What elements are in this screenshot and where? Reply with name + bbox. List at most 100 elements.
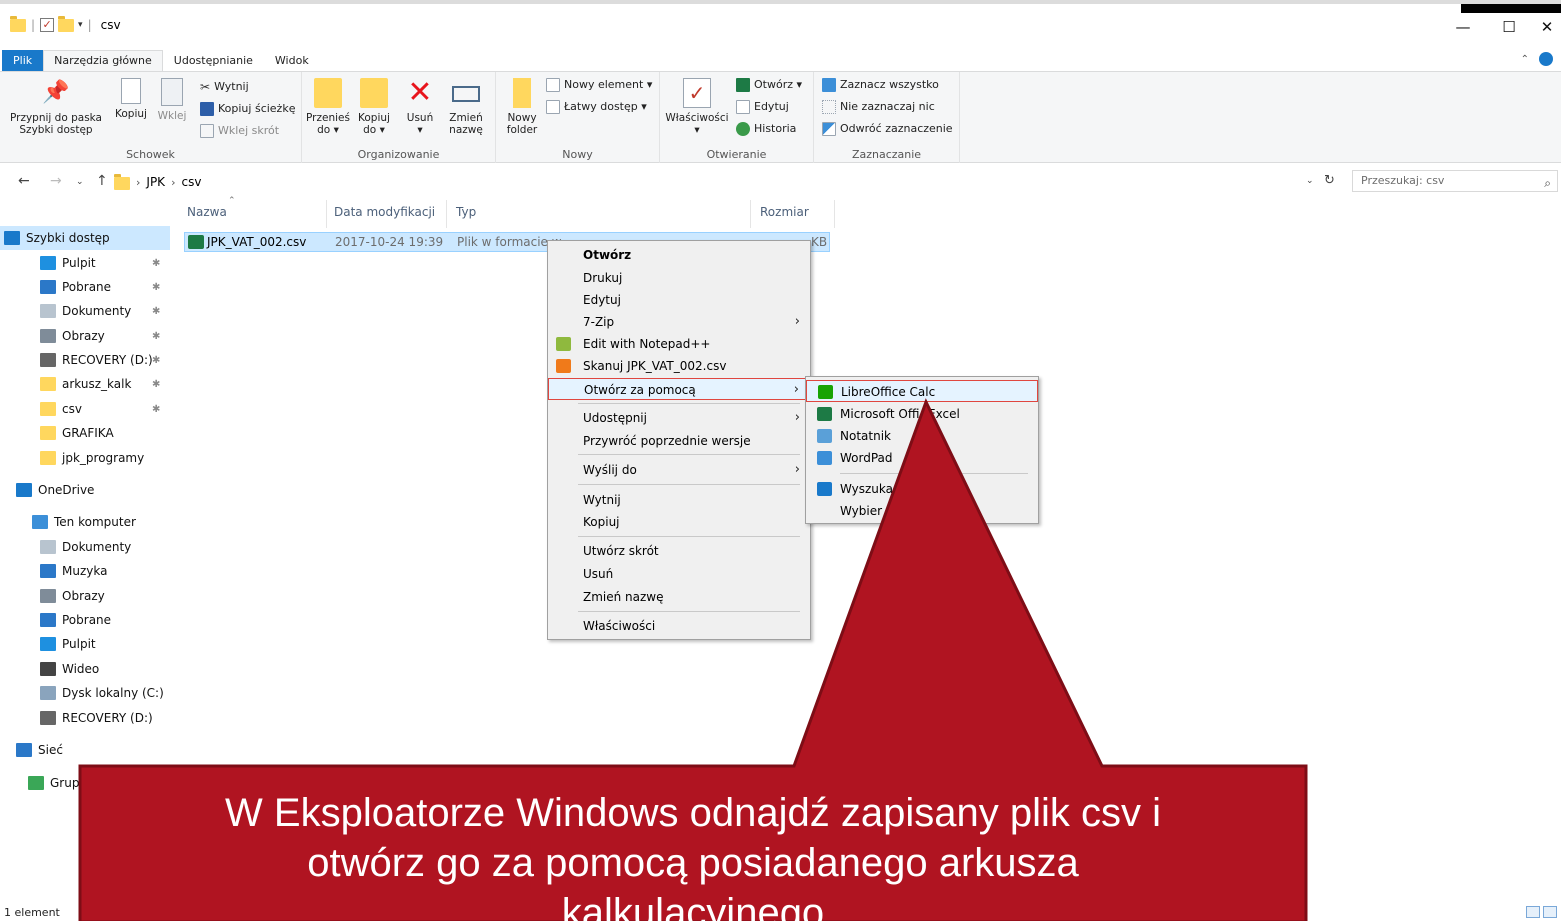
breadcrumb-chevron-icon[interactable]: ›: [171, 176, 175, 189]
forward-arrow-icon[interactable]: →: [50, 173, 62, 189]
pin-icon[interactable]: ✱: [152, 355, 160, 366]
open-button[interactable]: Otwórz ▾: [736, 76, 802, 94]
refresh-icon[interactable]: ↻: [1324, 173, 1335, 188]
menu-item-notepad-plus[interactable]: Edit with Notepad++: [548, 333, 810, 355]
move-to-button[interactable]: Przenieś do ▾: [306, 78, 350, 136]
properties-button[interactable]: ✓ Właściwości ▾: [664, 78, 730, 136]
rename-icon: [452, 86, 480, 102]
column-header-size[interactable]: Rozmiar: [760, 205, 809, 219]
paste-button[interactable]: Wklej: [154, 78, 190, 122]
copy-to-icon: [360, 78, 388, 108]
sidebar-item-label: Szybki dostęp: [26, 231, 110, 245]
breadcrumb-item-csv[interactable]: csv: [181, 175, 201, 189]
delete-button[interactable]: ✕ Usuń ▾: [400, 78, 440, 137]
sidebar-item-icon: [40, 353, 56, 367]
pin-icon[interactable]: ✱: [152, 379, 160, 390]
column-header-type[interactable]: Typ: [456, 205, 476, 219]
paste-shortcut-icon: [200, 124, 214, 138]
quick-access-toolbar: | ✓ ▾ | csv: [10, 15, 121, 34]
pin-icon[interactable]: ✱: [152, 258, 160, 269]
menu-item-print[interactable]: Drukuj: [548, 267, 810, 289]
pin-icon[interactable]: ✱: [152, 331, 160, 342]
breadcrumb-item-jpk[interactable]: JPK: [146, 175, 165, 189]
rename-button[interactable]: Zmień nazwę: [444, 78, 488, 136]
submenu-arrow-icon: ›: [794, 314, 800, 329]
sidebar-item[interactable]: Dokumenty ✱: [0, 299, 170, 323]
column-header-modified[interactable]: Data modyfikacji: [334, 205, 435, 219]
select-all-button[interactable]: Zaznacz wszystko: [822, 76, 939, 94]
copy-button[interactable]: Kopiuj: [112, 78, 150, 120]
close-button[interactable]: ✕: [1524, 14, 1561, 40]
menu-item-edit[interactable]: Edytuj: [548, 289, 810, 311]
column-header-name[interactable]: Nazwa: [187, 205, 227, 219]
sidebar-item-icon: [16, 743, 32, 757]
excel-icon: [736, 78, 750, 92]
collapse-ribbon-icon[interactable]: ⌃: [1521, 54, 1529, 65]
menu-item-libreoffice-calc[interactable]: LibreOffice Calc: [806, 380, 1038, 402]
select-none-button[interactable]: Nie zaznaczaj nic: [822, 98, 935, 116]
item-count: 1 element: [4, 906, 60, 919]
large-icons-view-icon[interactable]: [1543, 906, 1557, 918]
minimize-button[interactable]: —: [1440, 14, 1486, 40]
invert-selection-icon: [822, 122, 836, 136]
sidebar-item-icon: [40, 564, 56, 578]
sidebar-item-icon: [40, 637, 56, 651]
title-bar: | ✓ ▾ | csv — ☐ ✕: [0, 0, 1561, 44]
sidebar-item[interactable]: Obrazy ✱: [0, 324, 170, 348]
new-item-button[interactable]: Nowy element ▾: [546, 76, 652, 94]
screen-edge-decoration: [1461, 4, 1561, 13]
up-arrow-icon[interactable]: ↑: [96, 173, 108, 189]
cut-button[interactable]: ✂ Wytnij: [200, 78, 249, 96]
new-item-icon: [546, 78, 560, 92]
copy-to-button[interactable]: Kopiuj do ▾: [354, 78, 394, 136]
paste-shortcut-button[interactable]: Wklej skrót: [200, 122, 279, 140]
properties-icon: ✓: [683, 78, 711, 108]
callout-line-2: otwórz go za pomocą posiadanego arkusza: [307, 841, 1079, 885]
address-dropdown-icon[interactable]: ⌄: [1306, 176, 1314, 186]
tab-share[interactable]: Udostępnianie: [163, 50, 264, 72]
sidebar-item-icon: [40, 613, 56, 627]
help-icon[interactable]: [1539, 52, 1553, 66]
breadcrumb[interactable]: › JPK › csv: [114, 171, 1344, 193]
new-folder-icon[interactable]: [58, 15, 75, 32]
breadcrumb-chevron-icon[interactable]: ›: [136, 176, 140, 189]
copy-path-button[interactable]: Kopiuj ścieżkę: [200, 100, 295, 118]
sidebar-item-icon: [32, 515, 48, 529]
menu-item-open[interactable]: Otwórz: [548, 244, 810, 266]
sidebar-item-label: Dokumenty: [62, 304, 132, 318]
easy-access-button[interactable]: Łatwy dostęp ▾: [546, 98, 647, 116]
sidebar-item[interactable]: Pulpit ✱: [0, 251, 170, 275]
edit-button[interactable]: Edytuj: [736, 98, 789, 116]
pin-icon[interactable]: ✱: [152, 306, 160, 317]
pin-icon[interactable]: ✱: [152, 282, 160, 293]
new-folder-button[interactable]: Nowy folder: [500, 78, 544, 136]
sidebar-item[interactable]: Pobrane ✱: [0, 275, 170, 299]
back-arrow-icon[interactable]: ←: [18, 173, 30, 189]
submenu-arrow-icon: ›: [793, 382, 799, 397]
sidebar-item[interactable]: arkusz_kalk ✱: [0, 372, 170, 396]
customize-dropdown-icon[interactable]: ▾: [78, 20, 83, 30]
csv-file-icon: [188, 235, 204, 249]
search-input[interactable]: Przeszukaj: csv ⌕: [1352, 170, 1558, 192]
invert-selection-button[interactable]: Odwróć zaznaczenie: [822, 120, 953, 138]
menu-item-7zip[interactable]: 7-Zip ›: [548, 311, 810, 333]
tab-home[interactable]: Narzędzia główne: [43, 50, 163, 72]
tab-file[interactable]: Plik: [2, 50, 44, 72]
sidebar-item[interactable]: Szybki dostęp: [0, 226, 170, 250]
easy-access-icon: [546, 100, 560, 114]
menu-item-open-with[interactable]: Otwórz za pomocą ›: [548, 378, 810, 400]
search-icon[interactable]: ⌕: [1544, 173, 1551, 193]
recent-locations-icon[interactable]: ⌄: [76, 177, 84, 187]
properties-check-icon[interactable]: ✓: [40, 18, 55, 32]
paste-icon: [161, 78, 183, 106]
tab-view[interactable]: Widok: [264, 50, 320, 72]
sidebar-item-icon: [40, 304, 56, 318]
group-label-open: Otwieranie: [706, 148, 767, 161]
pin-quick-access-button[interactable]: 📌 Przypnij do paska Szybki dostęp: [4, 78, 108, 136]
sidebar-item-icon: [40, 280, 56, 294]
history-button[interactable]: Historia: [736, 120, 796, 138]
menu-item-scan[interactable]: Skanuj JPK_VAT_002.csv: [548, 355, 810, 377]
folder-icon[interactable]: [10, 15, 26, 32]
details-view-icon[interactable]: [1526, 906, 1540, 918]
sidebar-item[interactable]: RECOVERY (D:) ✱: [0, 348, 170, 372]
